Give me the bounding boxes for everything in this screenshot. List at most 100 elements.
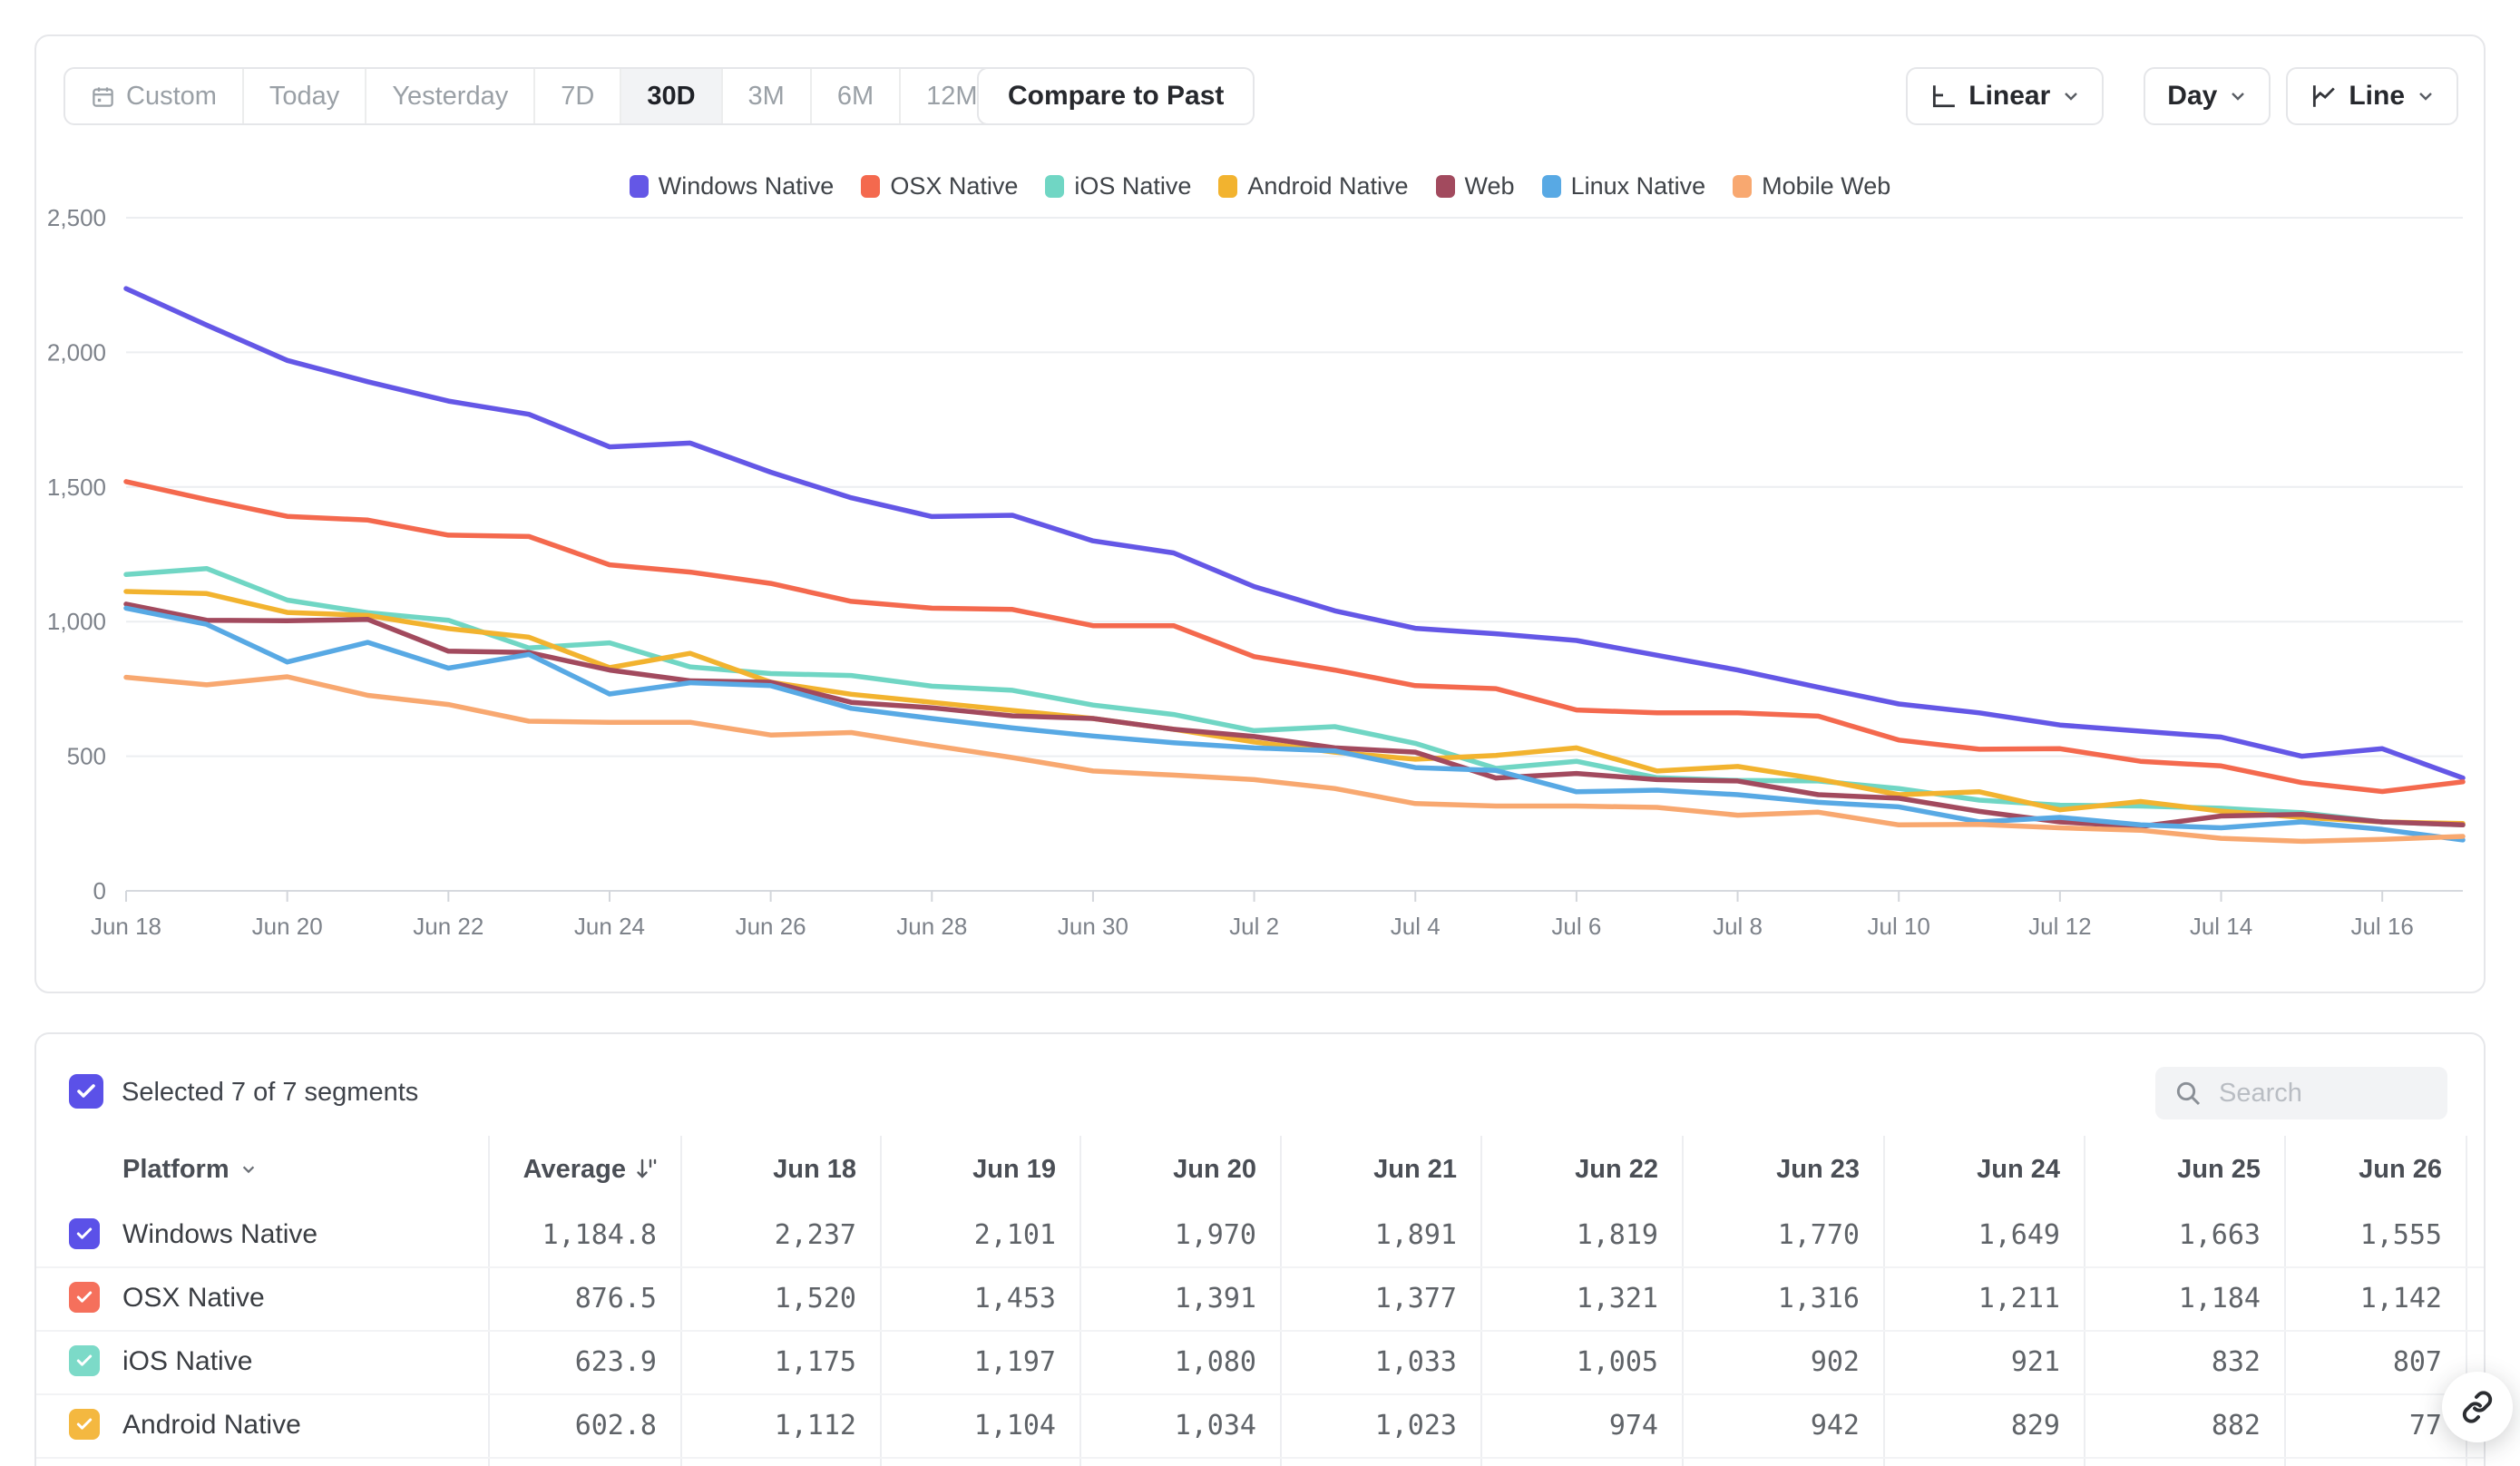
day-value: 1,080	[1079, 1330, 1280, 1393]
day-value: 1,023	[1280, 1393, 1480, 1457]
day-value: 1,770	[1682, 1203, 1883, 1266]
column-header-label: Jun 18	[773, 1155, 856, 1185]
svg-text:Jun 18: Jun 18	[91, 913, 161, 940]
day-value: 1,184	[2084, 1266, 2284, 1330]
svg-text:Jun 28: Jun 28	[896, 913, 967, 940]
day-value: 1,142	[2284, 1266, 2466, 1330]
segments-card: Selected 7 of 7 segments Platform Average…	[34, 1032, 2486, 1466]
day-value: 1,104	[880, 1393, 1079, 1457]
chevron-down-icon	[240, 1161, 257, 1178]
day-value: 1,649	[1883, 1203, 2084, 1266]
svg-text:Jul 8: Jul 8	[1713, 913, 1763, 940]
svg-text:Jul 6: Jul 6	[1551, 913, 1601, 940]
day-value: 1,211	[1883, 1266, 2084, 1330]
search-input[interactable]	[2217, 1078, 2429, 1109]
day-value: 1,891	[1280, 1203, 1480, 1266]
svg-text:Jul 12: Jul 12	[2028, 913, 2091, 940]
segment-name: OSX Native	[122, 1266, 265, 1330]
table-row-osx-native: OSX Native 876.51,5201,4531,3911,3771,321…	[36, 1266, 2484, 1332]
day-value: 1,321	[1480, 1266, 1682, 1330]
day-value: 902	[1682, 1330, 1883, 1393]
column-header-label: Jun 25	[2177, 1155, 2261, 1185]
column-header-jun-19: Jun 19	[880, 1136, 1079, 1203]
average-value: 623.9	[488, 1330, 680, 1393]
column-header-label: Jun 22	[1575, 1155, 1658, 1185]
column-header-jun-25: Jun 25	[2084, 1136, 2284, 1203]
day-value: 2,101	[880, 1203, 1079, 1266]
svg-text:2,500: 2,500	[47, 204, 106, 231]
selected-summary: Selected 7 of 7 segments	[122, 1076, 418, 1109]
svg-text:Jul 4: Jul 4	[1391, 913, 1441, 940]
column-header-label: Jun 26	[2359, 1155, 2442, 1185]
chart-card: Custom Today Yesterday 7D 30D 3M 6M 12M …	[34, 34, 2486, 993]
day-value: 942	[1682, 1393, 1883, 1457]
day-value: 1,005	[1480, 1330, 1682, 1393]
svg-text:Jun 24: Jun 24	[574, 913, 645, 940]
usage-line-chart: 0 500 1,000 1,500 2,000 2,500 Jun 18 Jun 20 Jun …	[36, 36, 2484, 989]
segment-checkbox[interactable]	[69, 1409, 100, 1440]
day-value: 1,391	[1079, 1266, 1280, 1330]
svg-text:500: 500	[67, 743, 106, 770]
svg-text:Jul 2: Jul 2	[1229, 913, 1279, 940]
day-value: 1,520	[680, 1266, 880, 1330]
sort-descending-icon	[635, 1158, 657, 1181]
column-header-label: Platform	[122, 1155, 230, 1185]
segment-name: iOS Native	[122, 1330, 252, 1393]
column-header-average[interactable]: Average	[488, 1136, 680, 1203]
segment-checkbox[interactable]	[69, 1218, 100, 1249]
svg-text:Jun 22: Jun 22	[413, 913, 483, 940]
svg-text:Jun 20: Jun 20	[252, 913, 323, 940]
svg-text:Jun 26: Jun 26	[736, 913, 806, 940]
table-row-android-native: Android Native602.81,1121,1041,0341,0239…	[36, 1393, 2484, 1459]
day-value: 829	[1883, 1393, 2084, 1457]
day-value: 1,197	[880, 1330, 1079, 1393]
day-value: 832	[2084, 1330, 2284, 1393]
share-link-button[interactable]	[2442, 1372, 2513, 1442]
day-value: 921	[1883, 1330, 2084, 1393]
link-icon	[2461, 1391, 2494, 1423]
column-header-jun-24: Jun 24	[1883, 1136, 2084, 1203]
search-icon	[2173, 1079, 2203, 1108]
segment-name: Windows Native	[122, 1203, 317, 1266]
column-header-jun-26: Jun 26	[2284, 1136, 2466, 1203]
column-header-jun-22: Jun 22	[1480, 1136, 1682, 1203]
select-all-checkbox[interactable]	[69, 1074, 103, 1109]
average-value: 1,184.8	[488, 1203, 680, 1266]
column-header-jun-23: Jun 23	[1682, 1136, 1883, 1203]
column-header-jun-21: Jun 21	[1280, 1136, 1480, 1203]
column-header-label: Jun 21	[1373, 1155, 1457, 1185]
day-value: 1,034	[1079, 1393, 1280, 1457]
column-header-platform[interactable]: Platform	[36, 1136, 488, 1203]
day-value: 1,033	[1280, 1330, 1480, 1393]
svg-text:Jun 30: Jun 30	[1058, 913, 1128, 940]
svg-text:Jul 10: Jul 10	[1868, 913, 1930, 940]
svg-text:Jul 14: Jul 14	[2190, 913, 2252, 940]
day-value: 882	[2084, 1393, 2284, 1457]
segment-checkbox[interactable]	[69, 1282, 100, 1313]
average-value: 876.5	[488, 1266, 680, 1330]
table-row-ios-native: iOS Native 623.91,1751,1971,0801,0331,005…	[36, 1330, 2484, 1395]
day-value: 1,970	[1079, 1203, 1280, 1266]
average-value: 602.8	[488, 1393, 680, 1457]
svg-text:1,000: 1,000	[47, 608, 106, 635]
day-value: 1,377	[1280, 1266, 1480, 1330]
segments-table: Platform Average Jun 18 Jun 19 Jun 20 Jun 21 J…	[36, 1136, 2484, 1466]
day-value: 77	[2284, 1393, 2466, 1457]
day-value: 1,175	[680, 1330, 880, 1393]
column-header-label: Jun 20	[1173, 1155, 1256, 1185]
day-value: 1,453	[880, 1266, 1079, 1330]
column-header-jun-18: Jun 18	[680, 1136, 880, 1203]
segment-name: Android Native	[122, 1393, 301, 1457]
day-value: 1,316	[1682, 1266, 1883, 1330]
day-value: 974	[1480, 1393, 1682, 1457]
svg-text:2,000: 2,000	[47, 338, 106, 366]
segment-checkbox[interactable]	[69, 1345, 100, 1376]
day-value: 1,663	[2084, 1203, 2284, 1266]
svg-text:0: 0	[93, 877, 106, 904]
day-value: 1,555	[2284, 1203, 2466, 1266]
day-value: 1,112	[680, 1393, 880, 1457]
table-row-windows-native: Windows Native1,184.82,2372,1011,9701,89…	[36, 1203, 2484, 1268]
column-header-label: Jun 19	[972, 1155, 1056, 1185]
svg-text:1,500: 1,500	[47, 474, 106, 501]
segment-search	[2155, 1067, 2447, 1119]
